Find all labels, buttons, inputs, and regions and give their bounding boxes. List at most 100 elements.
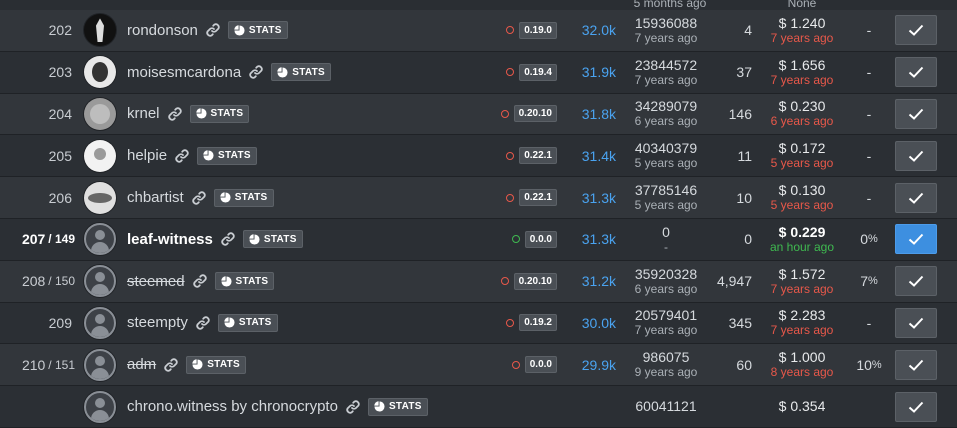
votes-link[interactable] xyxy=(562,386,616,427)
link-icon[interactable] xyxy=(344,398,362,416)
avatar[interactable] xyxy=(84,306,116,339)
avatar[interactable] xyxy=(84,223,116,256)
witness-name-link[interactable]: steempty xyxy=(127,314,188,331)
vote-button[interactable] xyxy=(895,57,937,88)
vote-button[interactable] xyxy=(895,140,937,171)
last-block-cell: 35920328 6 years ago xyxy=(620,261,712,302)
vote-button[interactable] xyxy=(895,391,937,422)
pie-chart-icon xyxy=(192,359,203,370)
avatar-cell xyxy=(83,344,117,385)
avatar-cell xyxy=(83,261,117,302)
votes-link[interactable]: 31.4k xyxy=(562,135,616,176)
rank-active-number: / 150 xyxy=(48,274,75,289)
vote-button[interactable] xyxy=(895,15,937,46)
votes-link[interactable]: 31.9k xyxy=(562,52,616,93)
status-dot-icon xyxy=(506,318,515,327)
stats-button[interactable]: STATS xyxy=(271,63,332,82)
votes-link[interactable]: 29.9k xyxy=(562,344,616,385)
stats-button[interactable]: STATS xyxy=(242,230,303,249)
stats-button[interactable]: STATS xyxy=(186,355,246,374)
avatar[interactable] xyxy=(84,56,116,89)
percentage-value: - xyxy=(866,314,872,331)
vote-button[interactable] xyxy=(895,266,937,297)
avatar[interactable] xyxy=(84,265,116,298)
version-badge: 0.20.10 xyxy=(513,272,557,290)
version-cell: 0.20.10 xyxy=(500,261,557,302)
votes-link[interactable]: 31.8k xyxy=(562,94,616,135)
price-feed-ago: 7 years ago xyxy=(770,323,834,338)
pie-chart-icon xyxy=(374,401,385,412)
stats-button[interactable]: STATS xyxy=(197,146,257,165)
avatar[interactable] xyxy=(84,390,116,423)
witness-name-link[interactable]: helpie xyxy=(127,147,167,164)
link-icon[interactable] xyxy=(162,356,180,374)
avatar[interactable] xyxy=(84,14,116,47)
percentage-cell: 7% xyxy=(850,261,888,302)
votes-link[interactable]: 31.3k xyxy=(562,219,616,260)
version-cell: 0.22.1 xyxy=(506,177,557,218)
link-icon[interactable] xyxy=(204,21,222,39)
percentage-value: 10 xyxy=(856,356,872,373)
price-feed-value: $ 0.172 xyxy=(778,140,826,157)
witness-name-link[interactable]: krnel xyxy=(127,105,160,122)
link-icon[interactable] xyxy=(166,105,184,123)
avatar[interactable] xyxy=(84,139,116,172)
percentage-value: - xyxy=(866,22,872,39)
vote-button[interactable] xyxy=(895,182,937,213)
status-dot-icon xyxy=(506,193,515,202)
witness-name-link[interactable]: moisesmcardona xyxy=(127,64,241,81)
pie-chart-icon xyxy=(219,192,231,203)
link-icon[interactable] xyxy=(191,272,209,290)
votes-link[interactable]: 32.0k xyxy=(562,10,616,51)
avatar[interactable] xyxy=(84,97,116,130)
vote-cell xyxy=(895,10,937,51)
checkmark-icon xyxy=(908,275,924,288)
stats-button[interactable]: STATS xyxy=(189,104,250,123)
link-icon[interactable] xyxy=(190,189,208,207)
rank-active-number: / 149 xyxy=(48,232,75,247)
rank-cell: 209 xyxy=(0,303,75,344)
link-icon[interactable] xyxy=(173,147,191,165)
stats-button[interactable]: STATS xyxy=(227,21,288,40)
last-block-cell: 60041121 xyxy=(620,386,712,427)
votes-link[interactable]: 31.2k xyxy=(562,261,616,302)
avatar[interactable] xyxy=(84,348,116,381)
vote-button[interactable] xyxy=(895,307,937,338)
missed-blocks: 4 xyxy=(744,22,752,39)
stats-label: STATS xyxy=(218,150,251,162)
link-icon[interactable] xyxy=(219,230,237,248)
stats-button[interactable]: STATS xyxy=(214,272,275,291)
last-block-number: 34289079 xyxy=(634,98,698,115)
stats-label: STATS xyxy=(207,359,240,371)
percentage-cell xyxy=(850,386,888,427)
witness-name-link[interactable]: steemed xyxy=(127,273,185,290)
stats-button[interactable]: STATS xyxy=(367,397,428,416)
vote-cell xyxy=(895,177,937,218)
votes-link[interactable]: 30.0k xyxy=(562,303,616,344)
witness-name-link[interactable]: leaf-witness xyxy=(127,231,213,248)
witness-name-link[interactable]: adm xyxy=(127,356,156,373)
vote-button[interactable] xyxy=(895,349,937,380)
stats-button[interactable]: STATS xyxy=(213,188,274,207)
last-block-ago: - xyxy=(664,239,668,254)
stats-button[interactable]: STATS xyxy=(217,313,278,332)
vote-button[interactable] xyxy=(895,98,937,129)
table-row: chrono.witness by chronocrypto STATS 600… xyxy=(0,386,957,428)
witness-name-link[interactable]: rondonson xyxy=(127,22,198,39)
avatar[interactable] xyxy=(84,181,116,214)
checkmark-icon xyxy=(908,401,924,413)
last-block-ago: 9 years ago xyxy=(634,365,698,380)
link-icon[interactable] xyxy=(194,314,212,332)
link-icon[interactable] xyxy=(247,63,265,81)
votes-link[interactable]: 31.3k xyxy=(562,177,616,218)
table-row: 205 helpie STATS 0.22.1 31.4k 40340379 5… xyxy=(0,135,957,178)
last-block-number: 60041121 xyxy=(635,398,697,415)
vote-button[interactable] xyxy=(895,224,937,255)
percentage-cell: 0% xyxy=(850,219,888,260)
rank-number: 209 xyxy=(48,314,72,331)
price-feed-value: $ 0.354 xyxy=(778,398,826,415)
witness-name-link[interactable]: chrono.witness by chronocrypto xyxy=(127,398,338,415)
name-cell: chrono.witness by chronocrypto STATS xyxy=(127,386,497,427)
percentage-cell: - xyxy=(850,303,888,344)
witness-name-link[interactable]: chbartist xyxy=(127,189,184,206)
